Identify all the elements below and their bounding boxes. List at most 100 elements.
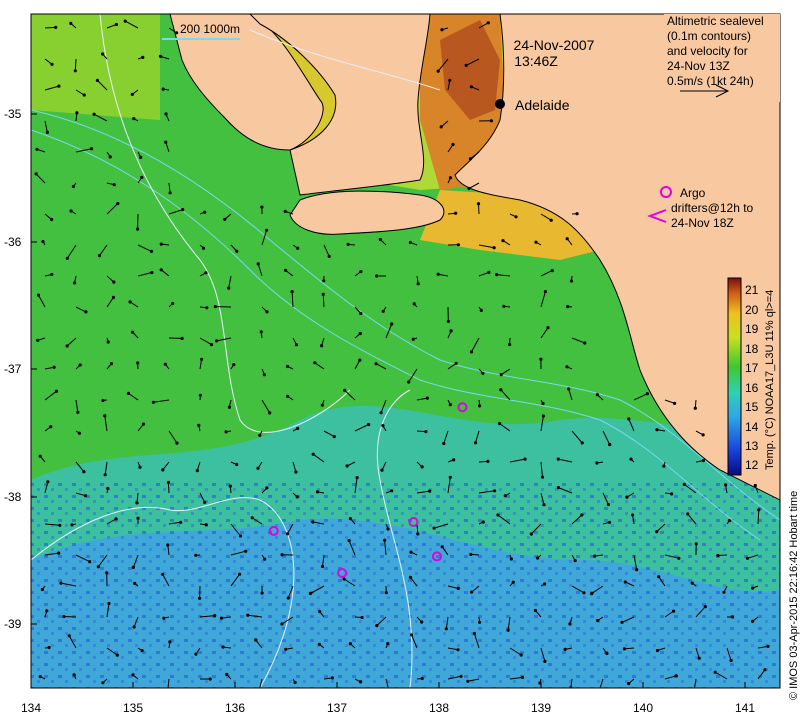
velocity-arrow-head [627, 417, 631, 421]
velocity-arrow-head [257, 692, 260, 695]
velocity-arrow-head [631, 513, 635, 517]
velocity-arrow-head [97, 254, 102, 258]
velocity-arrow-head [84, 310, 88, 314]
velocity-arrow-head [133, 581, 137, 586]
velocity-arrow-head [541, 401, 545, 406]
velocity-arrow-head [622, 647, 627, 651]
velocity-arrow-head [506, 628, 510, 632]
velocity-arrow-head [360, 615, 364, 620]
velocity-arrow-head [202, 246, 206, 250]
velocity-arrow-head [348, 517, 352, 521]
colorbar-tick-18: 18 [745, 342, 759, 356]
velocity-arrow-head [293, 680, 297, 685]
velocity-arrow-head [358, 331, 362, 336]
colorbar-tick-21: 21 [745, 283, 759, 297]
velocity-arrow-head [213, 614, 217, 618]
velocity-legend-line-2: (0.1m contours) [667, 29, 751, 43]
velocity-arrow-head [103, 414, 107, 418]
velocity-arrow-head [138, 465, 142, 469]
velocity-arrow-head [290, 290, 294, 294]
velocity-arrow-head [200, 357, 204, 361]
velocity-arrow-head [486, 459, 490, 463]
velocity-arrow-head [499, 388, 503, 392]
velocity-arrow-head [132, 625, 136, 629]
velocity-arrow-head [375, 624, 379, 628]
velocity-arrow-head [416, 532, 420, 536]
x-tick-label: 139 [531, 701, 551, 715]
velocity-arrow-head [164, 140, 168, 144]
velocity-legend-line-4: 24-Nov 13Z [667, 59, 730, 73]
velocity-arrow-head [82, 470, 86, 474]
velocity-arrow-head [197, 423, 201, 427]
velocity-arrow-head [459, 674, 463, 678]
velocity-arrow-head [502, 304, 506, 308]
velocity-arrow-head [286, 364, 290, 369]
velocity-arrow-head [40, 587, 45, 592]
velocity-arrow-head [501, 239, 505, 243]
velocity-arrow-head [205, 306, 209, 310]
velocity-arrow-head [408, 575, 412, 579]
colorbar-tick-16: 16 [745, 381, 759, 395]
velocity-arrow-head [72, 673, 76, 677]
time-label: 13:46Z [514, 53, 558, 69]
velocity-arrow-head [123, 19, 127, 23]
velocity-arrow-head [164, 112, 168, 116]
velocity-arrow-head [495, 273, 499, 277]
velocity-arrow-head [65, 344, 69, 348]
velocity-arrow-head [540, 475, 545, 479]
velocity-arrow-head [295, 495, 299, 499]
x-tick-label: 138 [429, 701, 449, 715]
velocity-arrow-head [607, 520, 612, 524]
velocity-arrow-head [166, 689, 169, 692]
velocity-arrow-head [65, 256, 69, 260]
velocity-arrow-head [343, 388, 347, 392]
velocity-arrow-head [215, 339, 219, 343]
velocity-arrow-head [436, 69, 440, 73]
velocity-arrow-head [448, 176, 453, 180]
velocity-arrow-head [481, 520, 485, 524]
velocity-arrow-head [672, 609, 676, 613]
velocity-arrow-head [250, 516, 254, 520]
velocity-arrow-head [168, 191, 172, 195]
velocity-arrow-head [543, 659, 547, 664]
velocity-arrow-head [221, 645, 225, 649]
velocity-arrow-head [467, 186, 471, 191]
velocity-arrow-head [256, 262, 260, 266]
velocity-arrow-head [238, 572, 242, 576]
velocity-arrow-head [139, 155, 143, 159]
velocity-arrow-head [162, 616, 166, 620]
velocity-arrow-head [114, 22, 118, 27]
velocity-arrow-head [223, 217, 227, 221]
argo-legend-line-2: drifters@12h to [671, 201, 754, 215]
velocity-arrow-head [77, 431, 81, 435]
velocity-arrow-head [731, 615, 735, 619]
velocity-arrow-head [536, 556, 540, 560]
velocity-arrow-head [409, 550, 413, 554]
velocity-arrow-head [694, 542, 698, 546]
velocity-arrow-head [367, 422, 371, 427]
velocity-arrow-head [45, 130, 50, 134]
velocity-arrow-head [126, 391, 130, 395]
colorbar-tick-12: 12 [745, 458, 759, 472]
velocity-arrow-head [131, 330, 135, 334]
velocity-arrow-head [311, 520, 315, 524]
velocity-arrow-head [596, 618, 600, 623]
date-label: 24-Nov-2007 [514, 37, 595, 53]
velocity-arrow-head [444, 627, 448, 631]
velocity-arrow-head [478, 620, 482, 624]
velocity-arrow-head [296, 426, 300, 430]
velocity-arrow-head [449, 329, 453, 333]
velocity-arrow-head [175, 441, 179, 445]
velocity-arrow-head [327, 254, 331, 258]
velocity-arrow-head [479, 308, 483, 312]
velocity-arrow-head [420, 620, 424, 624]
velocity-arrow-head [456, 648, 460, 652]
velocity-arrow-head [320, 344, 324, 348]
velocity-arrow-head [198, 596, 202, 600]
adelaide-marker [495, 99, 505, 109]
velocity-arrow-head [285, 532, 290, 536]
velocity-arrow-head [440, 28, 444, 32]
velocity-arrow-head [440, 545, 444, 549]
velocity-arrow-head [432, 526, 436, 530]
velocity-arrow-head [258, 433, 262, 437]
